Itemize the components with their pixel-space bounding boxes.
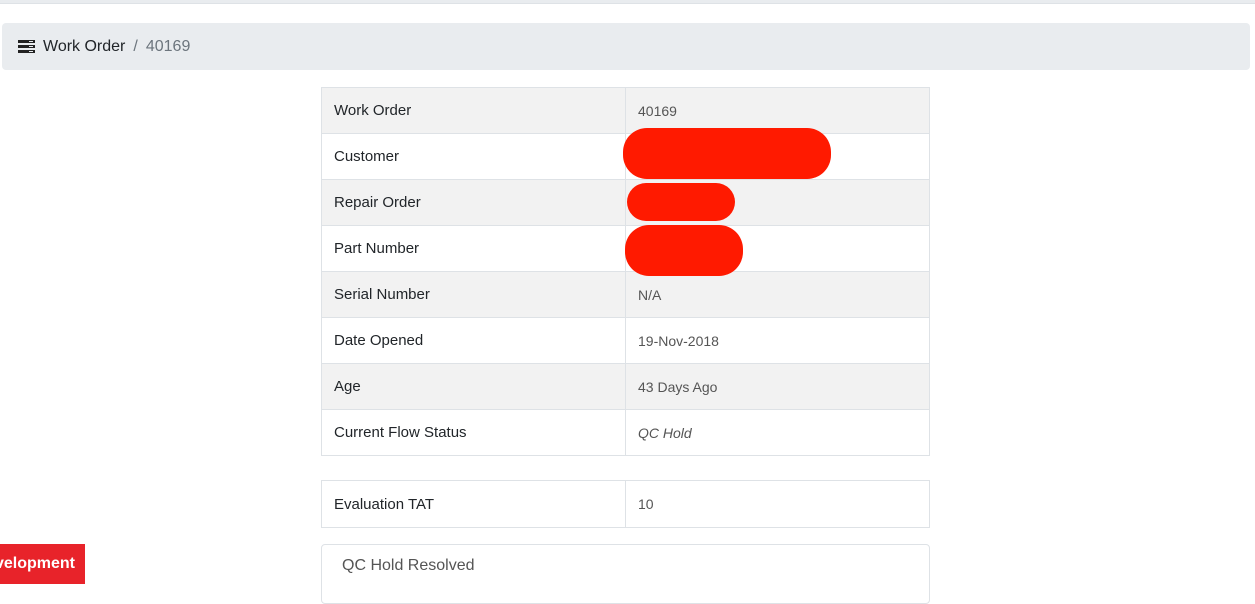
row-value-current-flow-status: QC Hold bbox=[625, 409, 930, 456]
qc-hold-resolved-card: QC Hold Resolved bbox=[321, 544, 930, 604]
table-row: Age 43 Days Ago bbox=[321, 363, 930, 410]
row-value-age: 43 Days Ago bbox=[625, 363, 930, 410]
top-border bbox=[0, 0, 1255, 4]
evaluation-tat-table: Evaluation TAT 10 bbox=[321, 480, 930, 528]
table-row: Date Opened 19-Nov-2018 bbox=[321, 317, 930, 364]
table-row: Work Order 40169 bbox=[321, 87, 930, 134]
row-label-date-opened: Date Opened bbox=[321, 317, 626, 364]
table-row: Repair Order bbox=[321, 179, 930, 226]
row-label-work-order: Work Order bbox=[321, 87, 626, 134]
redaction-mark-part-number bbox=[625, 225, 743, 276]
row-label-customer: Customer bbox=[321, 133, 626, 180]
row-value-serial-number: N/A bbox=[625, 271, 930, 318]
breadcrumb-work-order-link[interactable]: Work Order bbox=[43, 38, 125, 56]
breadcrumb-separator: / bbox=[133, 37, 138, 55]
row-label-current-flow-status: Current Flow Status bbox=[321, 409, 626, 456]
row-label-part-number: Part Number bbox=[321, 225, 626, 272]
card-title: QC Hold Resolved bbox=[342, 557, 475, 574]
table-row: Current Flow Status QC Hold bbox=[321, 409, 930, 456]
row-value-work-order: 40169 bbox=[625, 87, 930, 134]
list-icon bbox=[18, 40, 35, 53]
table-row: Evaluation TAT 10 bbox=[321, 480, 930, 528]
row-label-repair-order: Repair Order bbox=[321, 179, 626, 226]
row-label-evaluation-tat: Evaluation TAT bbox=[321, 480, 626, 528]
redaction-mark-customer bbox=[623, 128, 831, 179]
row-value-date-opened: 19-Nov-2018 bbox=[625, 317, 930, 364]
redaction-mark-repair-order bbox=[627, 183, 735, 221]
row-value-evaluation-tat: 10 bbox=[625, 480, 930, 528]
environment-badge: velopment bbox=[0, 544, 85, 584]
row-label-age: Age bbox=[321, 363, 626, 410]
breadcrumb-current: 40169 bbox=[145, 37, 191, 55]
table-row: Serial Number N/A bbox=[321, 271, 930, 318]
breadcrumb: Work Order / 40169 bbox=[2, 23, 1250, 70]
row-label-serial-number: Serial Number bbox=[321, 271, 626, 318]
